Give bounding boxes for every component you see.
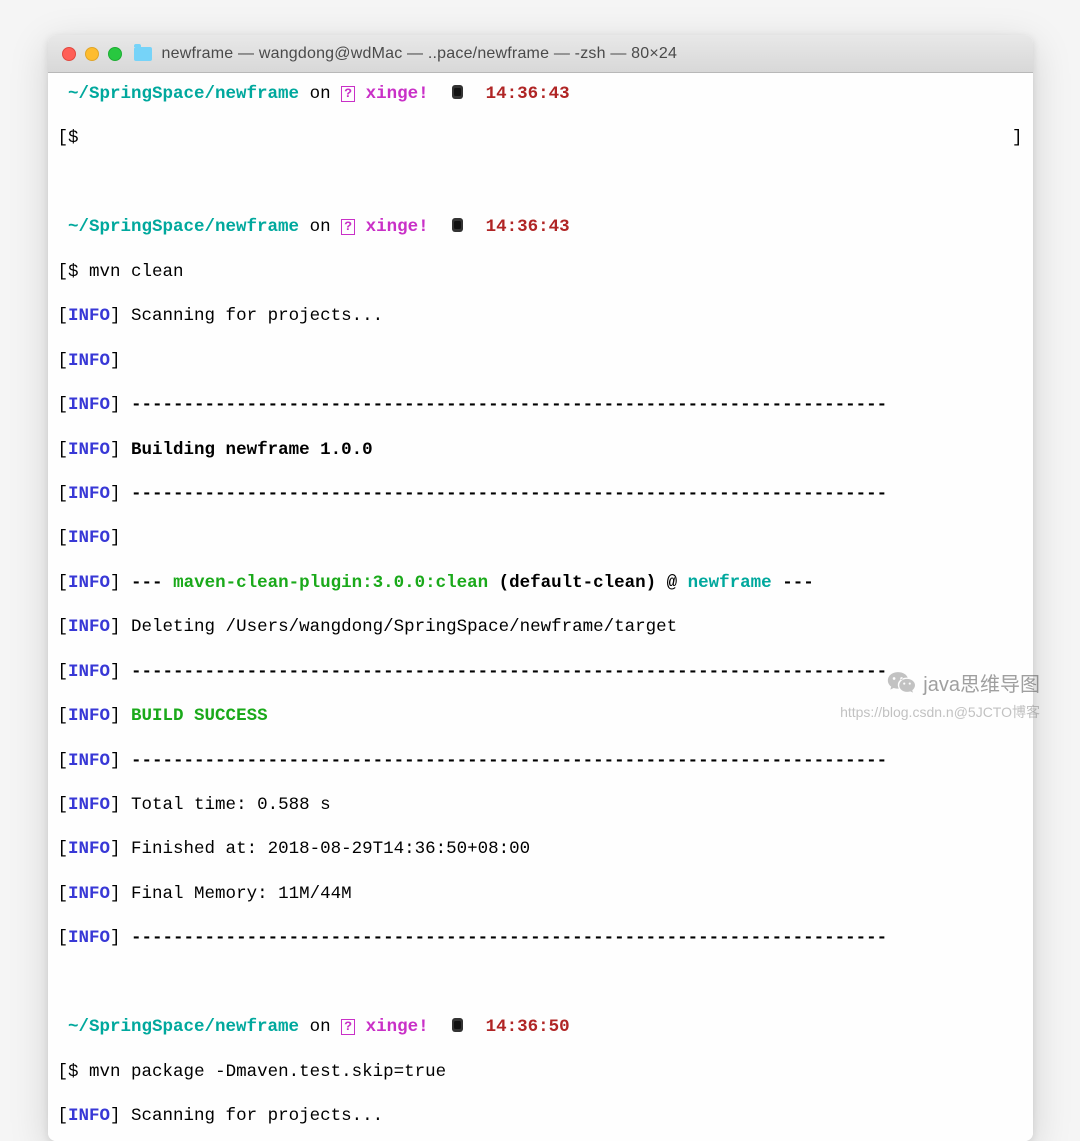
log-line: [INFO] ---------------------------------… xyxy=(58,394,1023,416)
git-branch: ? xinge! xyxy=(341,217,429,237)
log-line: [INFO] ---------------------------------… xyxy=(58,750,1023,772)
watch-icon xyxy=(450,83,465,101)
prompt-time: 14:36:43 xyxy=(486,217,570,237)
log-line: [INFO] Building newframe 1.0.0 xyxy=(58,439,1023,461)
git-branch: ? xinge! xyxy=(341,84,429,104)
prompt-path: ~/SpringSpace/newframe xyxy=(68,1017,299,1037)
command-line: [$ mvn clean xyxy=(58,261,1023,283)
log-line: [INFO] --- maven-clean-plugin:3.0.0:clea… xyxy=(58,572,1023,594)
log-line: [INFO] ---------------------------------… xyxy=(58,927,1023,949)
traffic-lights xyxy=(62,47,122,61)
prompt-path: ~/SpringSpace/newframe xyxy=(68,217,299,237)
log-line: [INFO] xyxy=(58,350,1023,372)
command-line: [$ mvn package -Dmaven.test.skip=true xyxy=(58,1061,1023,1083)
prompt-time: 14:36:43 xyxy=(486,84,570,104)
git-branch: ? xinge! xyxy=(341,1017,429,1037)
titlebar[interactable]: newframe — wangdong@wdMac — ..pace/newfr… xyxy=(48,35,1033,73)
prompt-time: 14:36:50 xyxy=(486,1017,570,1037)
prompt-path: ~/SpringSpace/newframe xyxy=(68,84,299,104)
log-line: [INFO] Deleting /Users/wangdong/SpringSp… xyxy=(58,616,1023,638)
terminal-window: newframe — wangdong@wdMac — ..pace/newfr… xyxy=(48,35,1033,1141)
log-line: [INFO] ---------------------------------… xyxy=(58,483,1023,505)
log-line: [INFO] Final Memory: 11M/44M xyxy=(58,883,1023,905)
wechat-icon xyxy=(887,670,917,696)
log-line: [INFO] xyxy=(58,527,1023,549)
log-line: [INFO] Total time: 0.588 s xyxy=(58,794,1023,816)
watermark-url: https://blog.csdn.n@5JCTO博客 xyxy=(840,702,1040,722)
watermark: java思维导图 xyxy=(887,668,1040,697)
close-icon[interactable] xyxy=(62,47,76,61)
log-line: [INFO] Scanning for projects... xyxy=(58,305,1023,327)
command-line: [$ ] xyxy=(58,127,1023,149)
log-line: [INFO] Scanning for projects... xyxy=(58,1105,1023,1127)
folder-icon xyxy=(134,47,152,61)
maximize-icon[interactable] xyxy=(108,47,122,61)
log-line: [INFO] Finished at: 2018-08-29T14:36:50+… xyxy=(58,838,1023,860)
watch-icon xyxy=(450,216,465,234)
terminal-body[interactable]: ~/SpringSpace/newframe on ? xinge! 14:36… xyxy=(48,73,1033,1141)
window-title: newframe — wangdong@wdMac — ..pace/newfr… xyxy=(162,45,678,63)
watch-icon xyxy=(450,1016,465,1034)
minimize-icon[interactable] xyxy=(85,47,99,61)
watermark-text: java思维导图 xyxy=(923,668,1040,697)
log-line: [INFO] ---------------------------------… xyxy=(58,661,1023,683)
